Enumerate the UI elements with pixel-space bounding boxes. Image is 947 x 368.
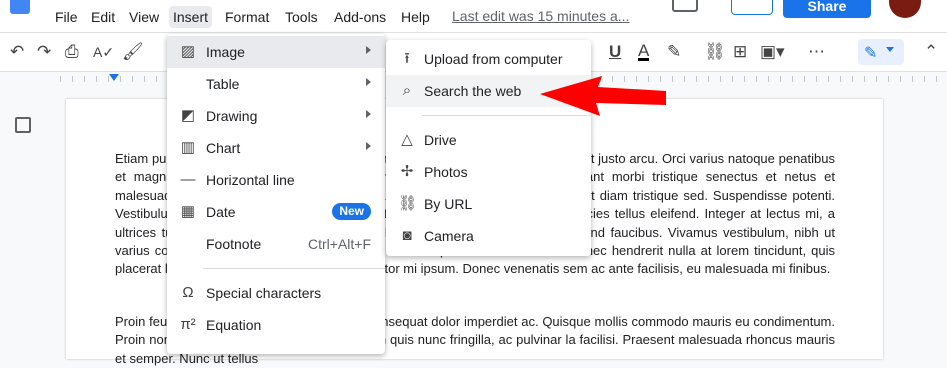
- menu-format[interactable]: Format: [225, 8, 269, 26]
- spellcheck-icon[interactable]: A✓: [93, 43, 114, 61]
- image-submenu: ⭱ Upload from computer ⌕ Search the web …: [386, 40, 591, 256]
- docs-logo-icon[interactable]: [10, 0, 30, 14]
- shortcut-text: Ctrl+Alt+F: [307, 236, 371, 252]
- share-button[interactable]: Share: [783, 0, 871, 18]
- menu-addons[interactable]: Add-ons: [334, 8, 386, 26]
- paint-format-icon[interactable]: 🖌: [122, 43, 144, 61]
- present-button[interactable]: [731, 0, 773, 15]
- menu-item-image[interactable]: ▨ Image: [167, 36, 385, 68]
- insert-image-icon[interactable]: ▣▾: [760, 43, 785, 61]
- undo-icon[interactable]: ↶: [10, 43, 24, 61]
- submenu-item-drive[interactable]: △ Drive: [386, 124, 591, 156]
- submenu-arrow-icon: [366, 142, 371, 150]
- underline-icon[interactable]: U: [609, 43, 621, 61]
- submenu-arrow-icon: [366, 110, 371, 118]
- submenu-item-label: Upload from computer: [424, 51, 563, 67]
- link-icon[interactable]: ⛓: [704, 43, 726, 61]
- menu-item-equation[interactable]: π² Equation: [167, 309, 385, 341]
- menu-item-special-characters[interactable]: Ω Special characters: [167, 277, 385, 309]
- submenu-item-photos[interactable]: ✢ Photos: [386, 156, 591, 188]
- submenu-item-by-url[interactable]: ⛓ By URL: [386, 188, 591, 220]
- chart-icon: ▥: [180, 139, 196, 156]
- menu-item-label: Equation: [206, 317, 262, 333]
- last-edit-link[interactable]: Last edit was 15 minutes a...: [452, 8, 629, 24]
- annotation-arrow: [540, 76, 666, 116]
- drive-icon: △: [401, 131, 413, 148]
- image-icon: ▨: [180, 43, 196, 60]
- editing-mode-button[interactable]: ✎: [858, 39, 904, 65]
- submenu-item-label: Camera: [424, 228, 474, 244]
- submenu-arrow-icon: [366, 78, 371, 86]
- upload-icon: ⭱: [404, 50, 410, 67]
- menu-insert[interactable]: Insert: [169, 6, 213, 28]
- submenu-arrow-icon: [366, 46, 371, 54]
- insert-menu: ▨ Image Table ◩ Drawing ▥ Chart — Horizo…: [167, 34, 385, 354]
- link-icon: ⛓: [398, 195, 418, 212]
- menu-item-table[interactable]: Table: [167, 68, 385, 100]
- print-icon[interactable]: ⎙: [65, 43, 79, 61]
- submenu-item-label: Drive: [424, 132, 457, 148]
- add-comment-icon[interactable]: ⊞: [733, 43, 747, 61]
- collapse-icon[interactable]: ⌃: [924, 43, 938, 61]
- submenu-item-label: Search the web: [424, 83, 522, 99]
- menu-item-label: Image: [206, 44, 245, 60]
- menu-help[interactable]: Help: [401, 8, 430, 26]
- menu-item-chart[interactable]: ▥ Chart: [167, 132, 385, 164]
- submenu-item-upload[interactable]: ⭱ Upload from computer: [386, 43, 591, 75]
- text-color-icon[interactable]: A: [638, 42, 650, 61]
- menu-edit[interactable]: Edit: [91, 8, 115, 26]
- date-icon: ▦: [180, 203, 196, 220]
- pencil-icon: ✎: [864, 45, 878, 62]
- submenu-item-camera[interactable]: ◙ Camera: [386, 220, 591, 252]
- menu-item-label: Table: [206, 76, 240, 92]
- menu-file[interactable]: File: [55, 8, 78, 26]
- more-icon[interactable]: ⋯: [808, 43, 825, 61]
- red-arrow-shape: [540, 76, 666, 116]
- redo-icon[interactable]: ↷: [37, 43, 51, 61]
- highlight-icon[interactable]: ✎: [667, 43, 681, 61]
- menu-item-label: Drawing: [206, 108, 258, 124]
- new-badge: New: [332, 203, 371, 220]
- chevron-down-icon: [886, 47, 894, 52]
- menu-item-drawing[interactable]: ◩ Drawing: [167, 100, 385, 132]
- search-icon: ⌕: [402, 82, 412, 99]
- menu-item-label: Special characters: [206, 285, 322, 301]
- pi-icon: π²: [180, 316, 196, 333]
- submenu-item-label: By URL: [424, 196, 473, 212]
- menu-item-label: Chart: [206, 140, 241, 156]
- outline-icon[interactable]: [15, 117, 31, 133]
- menu-tools[interactable]: Tools: [285, 8, 318, 26]
- omega-icon: Ω: [182, 284, 194, 301]
- menu-bar: File Edit View Insert Format Tools Add-o…: [0, 0, 947, 32]
- menu-view[interactable]: View: [129, 8, 159, 26]
- menu-item-label: Horizontal line: [206, 172, 295, 188]
- menu-item-horizontal-line[interactable]: — Horizontal line: [167, 164, 385, 196]
- menu-item-footnote[interactable]: Footnote Ctrl+Alt+F: [167, 228, 385, 260]
- comment-icon[interactable]: [672, 0, 698, 12]
- submenu-item-label: Photos: [424, 164, 468, 180]
- horizontal-line-icon: —: [180, 171, 196, 188]
- camera-icon: ◙: [402, 227, 412, 244]
- menu-item-label: Footnote: [206, 236, 262, 252]
- menu-item-date[interactable]: ▦ Date New: [167, 196, 385, 228]
- drawing-icon: ◩: [180, 107, 196, 124]
- menu-item-label: Date: [206, 204, 236, 220]
- photos-icon: ✢: [400, 163, 414, 180]
- indent-marker[interactable]: [109, 74, 119, 81]
- menu-divider: [203, 268, 385, 269]
- avatar[interactable]: [889, 0, 921, 18]
